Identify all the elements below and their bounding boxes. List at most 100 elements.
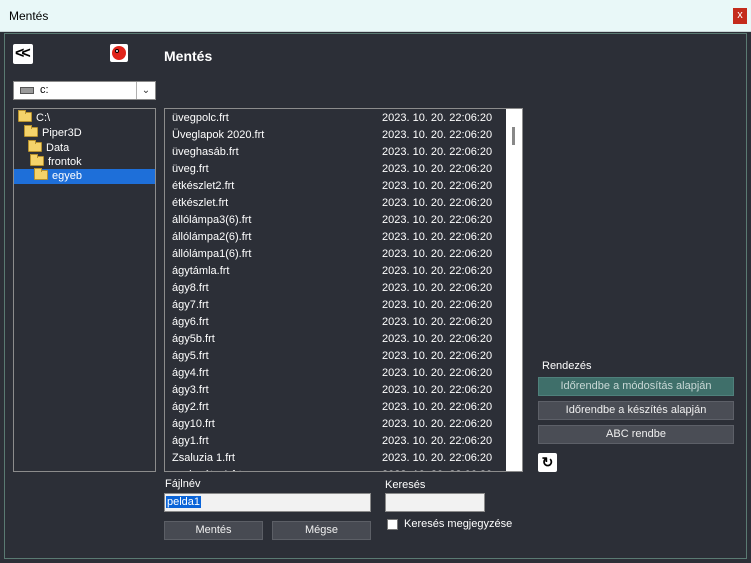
- file-date: 2023. 10. 20. 22:06:20: [382, 129, 493, 141]
- file-date: 2023. 10. 20. 22:06:20: [382, 197, 493, 209]
- file-name: ágy3.frt: [172, 384, 209, 396]
- file-row[interactable]: üvegpolc.frt 2023. 10. 20. 22:06:20: [165, 110, 505, 127]
- file-date: 2023. 10. 20. 22:06:20: [382, 418, 493, 430]
- folder-tree[interactable]: C:\ Piper3D Data frontok egyeb: [13, 108, 156, 472]
- file-name: ágy7.frt: [172, 299, 209, 311]
- page-title: Mentés: [164, 48, 213, 64]
- close-icon[interactable]: x: [733, 8, 747, 24]
- file-date: 2023. 10. 20. 22:06:20: [382, 163, 493, 175]
- file-date: 2023. 10. 20. 22:06:20: [382, 467, 492, 471]
- file-row[interactable]: Zsaluzia 1.frt 2023. 10. 20. 22:06:20: [165, 450, 505, 467]
- scrollbar-thumb[interactable]: [512, 127, 515, 145]
- file-name: ágy6.frt: [172, 316, 209, 328]
- file-row[interactable]: állólámpa3(6).frt 2023. 10. 20. 22:06:20: [165, 212, 505, 229]
- file-name: ágy8.frt: [172, 282, 209, 294]
- file-date: 2023. 10. 20. 22:06:20: [382, 146, 493, 158]
- folder-icon: [24, 125, 38, 137]
- file-row[interactable]: állólámpa1(6).frt 2023. 10. 20. 22:06:20: [165, 246, 505, 263]
- file-date: 2023. 10. 20. 22:06:20: [382, 299, 493, 311]
- file-date: 2023. 10. 20. 22:06:20: [382, 435, 493, 447]
- file-row[interactable]: ágy1.frt 2023. 10. 20. 22:06:20: [165, 433, 505, 450]
- file-name: üveg.frt: [172, 163, 209, 175]
- double-chevron-left-icon: <<: [15, 45, 31, 62]
- folder-icon: [34, 168, 48, 180]
- search-input[interactable]: [385, 493, 485, 512]
- cancel-button[interactable]: Mégse: [272, 521, 371, 540]
- file-row[interactable]: üveghasáb.frt 2023. 10. 20. 22:06:20: [165, 144, 505, 161]
- reverse-order-button[interactable]: ↻: [538, 453, 557, 472]
- file-name: ágy2.frt: [172, 401, 209, 413]
- file-name: ágy4.frt: [172, 367, 209, 379]
- file-name: Zsaluzia 1.frt: [172, 452, 235, 464]
- file-name: ágytámla.frt: [172, 265, 230, 277]
- file-row[interactable]: zsalugáter1.frt 2023. 10. 20. 22:06:20: [165, 467, 505, 471]
- sort-label: Rendezés: [542, 360, 592, 372]
- sort-by-modified-button[interactable]: Időrendbe a módosítás alapján: [538, 377, 734, 396]
- file-name: zsalugáter1.frt: [172, 467, 242, 471]
- file-row[interactable]: állólámpa2(6).frt 2023. 10. 20. 22:06:20: [165, 229, 505, 246]
- filename-label: Fájlnév: [165, 478, 201, 490]
- file-name: üvegpolc.frt: [172, 112, 229, 124]
- filename-input[interactable]: pelda1: [164, 493, 371, 512]
- file-date: 2023. 10. 20. 22:06:20: [382, 248, 493, 260]
- file-list[interactable]: üvegpolc.frt 2023. 10. 20. 22:06:20 Üvegla…: [164, 108, 523, 472]
- reverse-order-icon: ↻: [541, 454, 554, 470]
- file-date: 2023. 10. 20. 22:06:20: [382, 316, 493, 328]
- file-row[interactable]: ágy8.frt 2023. 10. 20. 22:06:20: [165, 280, 505, 297]
- tree-item-label: Piper3D: [42, 127, 82, 139]
- file-row[interactable]: Üveglapok 2020.frt 2023. 10. 20. 22:06:20: [165, 127, 505, 144]
- file-date: 2023. 10. 20. 22:06:20: [382, 180, 493, 192]
- file-date: 2023. 10. 20. 22:06:20: [382, 452, 493, 464]
- file-name: ágy1.frt: [172, 435, 209, 447]
- tree-item[interactable]: C:\: [18, 110, 51, 126]
- remember-search-label: Keresés megjegyzése: [404, 518, 513, 530]
- folder-icon: [30, 154, 44, 166]
- drive-select-value: c:: [40, 84, 49, 96]
- search-label: Keresés: [385, 479, 426, 491]
- file-name: üveghasáb.frt: [172, 146, 239, 158]
- save-button[interactable]: Mentés: [164, 521, 263, 540]
- window-title: Mentés: [9, 9, 49, 23]
- stop-button[interactable]: [110, 44, 128, 62]
- file-name: étkészlet2.frt: [172, 180, 235, 192]
- file-name: ágy5b.frt: [172, 333, 215, 345]
- file-row[interactable]: étkészlet.frt 2023. 10. 20. 22:06:20: [165, 195, 505, 212]
- file-name: étkészlet.frt: [172, 197, 229, 209]
- file-name: Üveglapok 2020.frt: [172, 129, 265, 141]
- file-list-scrollbar[interactable]: [506, 109, 522, 471]
- back-button[interactable]: <<: [13, 44, 33, 64]
- file-row[interactable]: ágy4.frt 2023. 10. 20. 22:06:20: [165, 365, 505, 382]
- drive-icon: [20, 87, 34, 94]
- drive-select[interactable]: c: ⌄: [13, 81, 156, 100]
- tree-item[interactable]: Piper3D: [24, 125, 82, 141]
- file-row[interactable]: ágy6.frt 2023. 10. 20. 22:06:20: [165, 314, 505, 331]
- file-date: 2023. 10. 20. 22:06:20: [382, 112, 493, 124]
- chevron-down-icon[interactable]: ⌄: [136, 82, 155, 99]
- file-date: 2023. 10. 20. 22:06:20: [382, 367, 493, 379]
- tree-item-selected[interactable]: egyeb: [14, 168, 155, 184]
- folder-icon: [18, 110, 32, 122]
- folder-icon: [28, 140, 42, 152]
- file-name: ágy5.frt: [172, 350, 209, 362]
- file-row[interactable]: ágytámla.frt 2023. 10. 20. 22:06:20: [165, 263, 505, 280]
- file-row[interactable]: ágy2.frt 2023. 10. 20. 22:06:20: [165, 399, 505, 416]
- file-row[interactable]: ágy7.frt 2023. 10. 20. 22:06:20: [165, 297, 505, 314]
- stop-icon: [112, 46, 126, 60]
- file-row[interactable]: ágy5.frt 2023. 10. 20. 22:06:20: [165, 348, 505, 365]
- file-date: 2023. 10. 20. 22:06:20: [382, 265, 493, 277]
- sort-abc-button[interactable]: ABC rendbe: [538, 425, 734, 444]
- file-date: 2023. 10. 20. 22:06:20: [382, 282, 493, 294]
- file-row[interactable]: ágy5b.frt 2023. 10. 20. 22:06:20: [165, 331, 505, 348]
- tree-item-label: C:\: [36, 112, 51, 124]
- remember-search-checkbox[interactable]: [387, 519, 398, 530]
- file-row[interactable]: ágy3.frt 2023. 10. 20. 22:06:20: [165, 382, 505, 399]
- file-row[interactable]: üveg.frt 2023. 10. 20. 22:06:20: [165, 161, 505, 178]
- tree-item-label: Data: [46, 142, 70, 154]
- file-row[interactable]: étkészlet2.frt 2023. 10. 20. 22:06:20: [165, 178, 505, 195]
- file-row[interactable]: ágy10.frt 2023. 10. 20. 22:06:20: [165, 416, 505, 433]
- sort-by-created-button[interactable]: Időrendbe a készítés alapján: [538, 401, 734, 420]
- title-bar: Mentés x: [0, 0, 751, 32]
- file-name: állólámpa2(6).frt: [172, 231, 252, 243]
- tree-item-label: frontok: [48, 156, 82, 168]
- stop-icon-center: [115, 49, 119, 53]
